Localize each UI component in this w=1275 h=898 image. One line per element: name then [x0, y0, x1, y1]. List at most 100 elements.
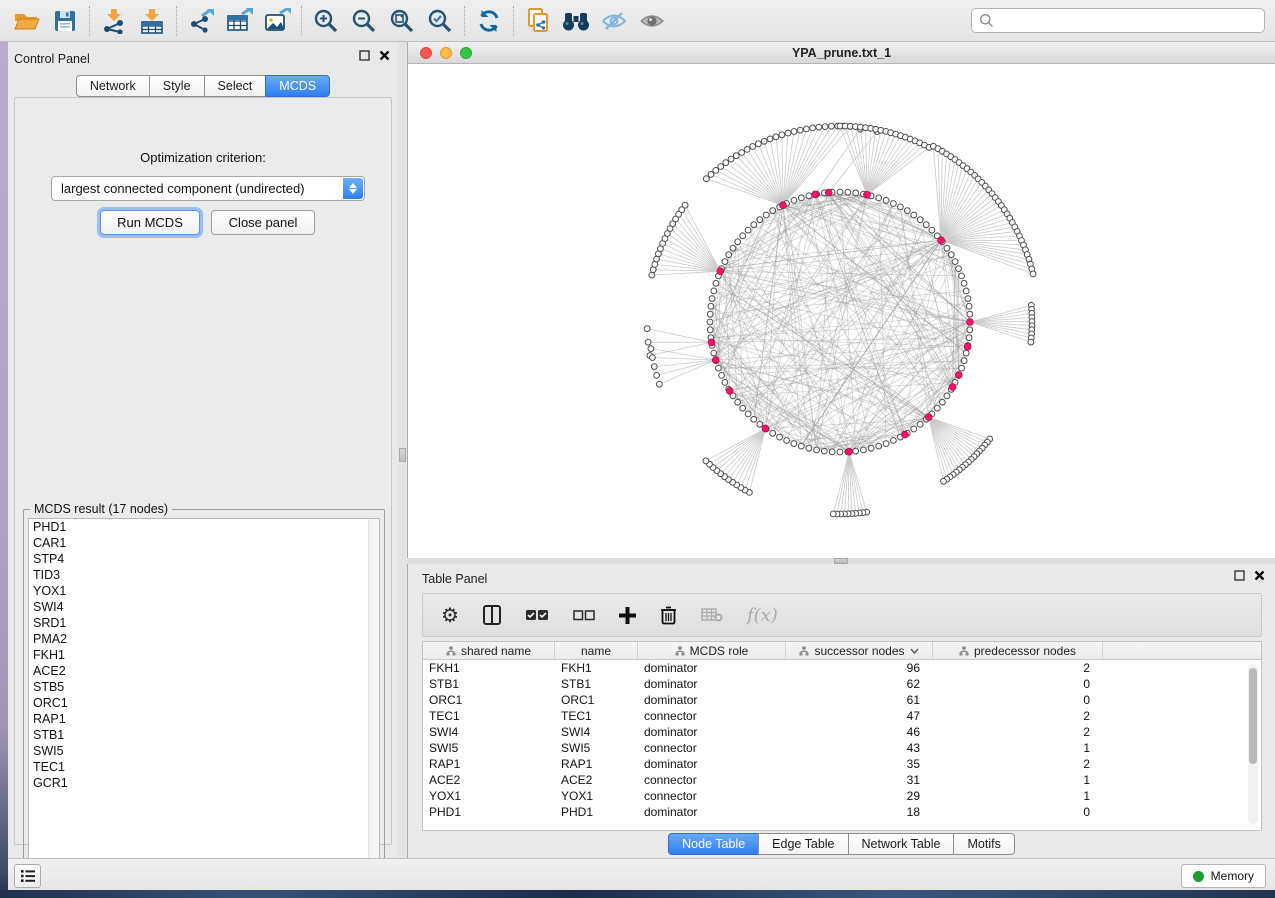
table-cell[interactable]: ORC1 — [555, 692, 638, 708]
show-panels-list-button[interactable] — [14, 864, 41, 888]
table-cell[interactable]: 31 — [786, 772, 933, 788]
graph-leaf-node[interactable] — [733, 153, 739, 159]
mcds-result-item[interactable]: FKH1 — [29, 647, 379, 663]
table-cell[interactable]: RAP1 — [423, 756, 555, 772]
table-cell[interactable]: 62 — [786, 676, 933, 692]
export-table-icon[interactable] — [220, 3, 258, 39]
table-cell[interactable]: TEC1 — [423, 708, 555, 724]
graph-node[interactable] — [798, 195, 804, 201]
table-row[interactable]: ORC1ORC1dominator610 — [423, 692, 1261, 708]
graph-node[interactable] — [722, 380, 728, 386]
graph-node[interactable] — [757, 217, 763, 223]
graph-node[interactable] — [965, 296, 971, 302]
graph-leaf-node[interactable] — [723, 160, 729, 166]
graph-node[interactable] — [961, 358, 967, 364]
graph-node[interactable] — [966, 303, 972, 309]
graph-node[interactable] — [961, 280, 967, 286]
table-cell[interactable]: 0 — [933, 676, 1103, 692]
graph-node[interactable] — [735, 239, 741, 245]
table-scrollbar[interactable] — [1248, 664, 1258, 824]
graph-mcds-node[interactable] — [825, 189, 832, 196]
graph-node[interactable] — [829, 449, 835, 455]
graph-leaf-node[interactable] — [941, 478, 947, 484]
network-window-titlebar[interactable]: YPA_prune.txt_1 — [408, 42, 1275, 64]
graph-node[interactable] — [966, 335, 972, 341]
graph-node[interactable] — [876, 195, 882, 201]
search-input[interactable] — [994, 11, 1264, 31]
table-cell[interactable]: SWI4 — [555, 724, 638, 740]
graph-leaf-node[interactable] — [654, 373, 660, 379]
tab-network[interactable]: Network — [76, 75, 150, 97]
table-row[interactable]: RAP1RAP1dominator352 — [423, 756, 1261, 772]
graph-leaf-node[interactable] — [718, 164, 724, 170]
zoom-selected-icon[interactable] — [421, 3, 459, 39]
table-cell[interactable]: 2 — [933, 708, 1103, 724]
graph-node[interactable] — [707, 327, 713, 333]
graph-node[interactable] — [963, 288, 969, 294]
add-column-icon[interactable] — [619, 607, 636, 624]
graph-leaf-node[interactable] — [756, 141, 762, 147]
graph-mcds-node[interactable] — [955, 372, 962, 379]
graph-node[interactable] — [911, 212, 917, 218]
graph-node[interactable] — [784, 438, 790, 444]
search-binoculars-icon[interactable] — [557, 3, 595, 39]
column-header-predecessor-nodes[interactable]: predecessor nodes — [933, 642, 1103, 659]
graph-mcds-node[interactable] — [864, 191, 871, 198]
graph-leaf-node[interactable] — [682, 202, 688, 208]
graph-node[interactable] — [911, 426, 917, 432]
table-cell[interactable]: RAP1 — [555, 756, 638, 772]
table-cell[interactable]: SWI4 — [423, 724, 555, 740]
graph-node[interactable] — [763, 212, 769, 218]
mcds-result-item[interactable]: ACE2 — [29, 663, 379, 679]
graph-node[interactable] — [711, 350, 717, 356]
mcds-result-item[interactable]: RAP1 — [29, 711, 379, 727]
graph-leaf-node[interactable] — [649, 272, 655, 278]
list-scrollbar[interactable] — [368, 519, 379, 875]
graph-node[interactable] — [791, 441, 797, 447]
tab-style[interactable]: Style — [149, 75, 205, 97]
copy-network-view-icon[interactable] — [519, 3, 557, 39]
graph-node[interactable] — [868, 445, 874, 451]
table-row[interactable]: PHD1PHD1dominator180 — [423, 804, 1261, 820]
zoom-in-icon[interactable] — [307, 3, 345, 39]
graph-node[interactable] — [853, 190, 859, 196]
table-row[interactable]: FKH1FKH1dominator962 — [423, 660, 1261, 676]
table-cell[interactable]: dominator — [638, 692, 786, 708]
graph-leaf-node[interactable] — [750, 144, 756, 150]
graph-leaf-node[interactable] — [1030, 271, 1036, 277]
table-cell[interactable]: connector — [638, 708, 786, 724]
table-cell[interactable]: 2 — [933, 756, 1103, 772]
graph-leaf-node[interactable] — [797, 127, 803, 133]
memory-button[interactable]: Memory — [1181, 864, 1266, 888]
mcds-result-item[interactable]: SWI5 — [29, 743, 379, 759]
graph-leaf-node[interactable] — [767, 136, 773, 142]
delete-column-icon[interactable] — [660, 605, 677, 625]
close-panel-button[interactable]: Close panel — [211, 210, 315, 235]
graph-leaf-node[interactable] — [644, 326, 650, 332]
graph-node[interactable] — [709, 296, 715, 302]
clear-selection-icon[interactable] — [573, 610, 595, 621]
mcds-result-item[interactable]: STP4 — [29, 551, 379, 567]
graph-leaf-node[interactable] — [816, 124, 822, 130]
run-mcds-button[interactable]: Run MCDS — [100, 210, 200, 235]
graph-node[interactable] — [740, 405, 746, 411]
graph-node[interactable] — [959, 273, 965, 279]
graph-node[interactable] — [777, 434, 783, 440]
open-folder-icon[interactable] — [8, 3, 46, 39]
mcds-result-item[interactable]: YOX1 — [29, 583, 379, 599]
graph-leaf-node[interactable] — [651, 364, 657, 370]
mcds-result-item[interactable]: SRD1 — [29, 615, 379, 631]
tab-mcds[interactable]: MCDS — [265, 75, 330, 97]
table-cell[interactable]: PHD1 — [423, 804, 555, 820]
graph-node[interactable] — [967, 327, 973, 333]
refresh-icon[interactable] — [470, 3, 508, 39]
graph-mcds-node[interactable] — [812, 191, 819, 198]
table-cell[interactable]: dominator — [638, 660, 786, 676]
graph-node[interactable] — [891, 438, 897, 444]
column-header-name[interactable]: name — [555, 642, 638, 659]
graph-node[interactable] — [791, 198, 797, 204]
graph-node[interactable] — [917, 217, 923, 223]
graph-mcds-node[interactable] — [708, 339, 715, 346]
graph-node[interactable] — [959, 365, 965, 371]
float-panel-icon[interactable] — [359, 50, 370, 61]
